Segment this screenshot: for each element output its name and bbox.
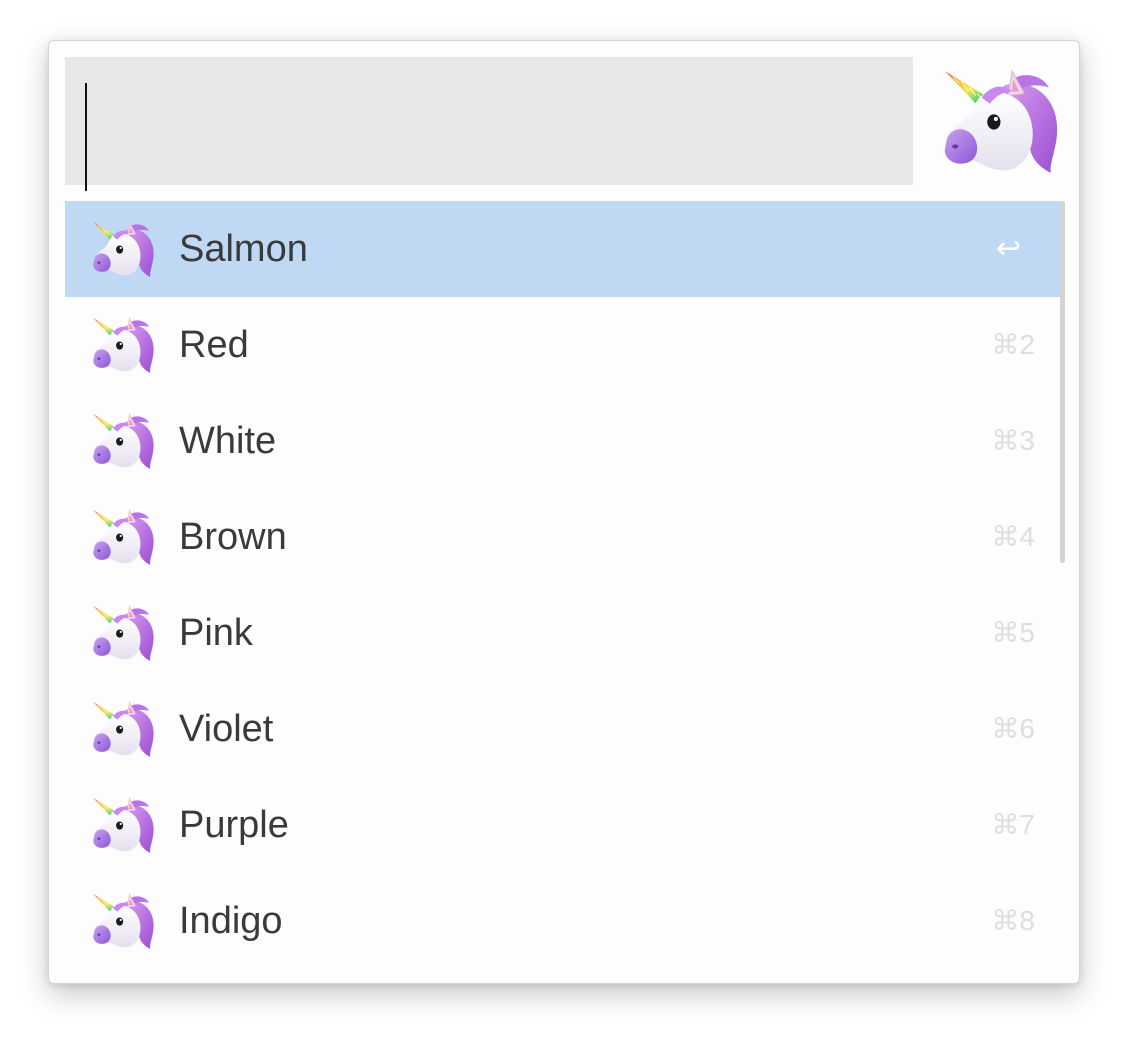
result-shortcut: ⌘2 bbox=[991, 329, 1035, 360]
scrollbar[interactable] bbox=[1060, 201, 1065, 563]
result-item-pink[interactable]: Pink ⌘5 bbox=[65, 585, 1061, 681]
unicorn-icon bbox=[91, 411, 157, 471]
search-box[interactable] bbox=[65, 57, 913, 191]
result-shortcut: ⌘8 bbox=[991, 905, 1035, 936]
unicorn-icon bbox=[91, 795, 157, 855]
return-key-icon: ↩ bbox=[995, 232, 1021, 265]
unicorn-icon bbox=[91, 699, 157, 759]
result-label: Purple bbox=[179, 804, 289, 846]
unicorn-icon bbox=[91, 507, 157, 567]
unicorn-icon bbox=[91, 219, 157, 279]
result-item-indigo[interactable]: Indigo ⌘8 bbox=[65, 873, 1061, 969]
result-shortcut: ⌘6 bbox=[991, 713, 1035, 744]
result-item-white[interactable]: White ⌘3 bbox=[65, 393, 1061, 489]
results-list: Salmon ↩ Red ⌘2 White ⌘3 Brown ⌘4 Pink ⌘… bbox=[65, 201, 1061, 969]
result-item-salmon[interactable]: Salmon ↩ bbox=[65, 201, 1061, 297]
result-item-purple[interactable]: Purple ⌘7 bbox=[65, 777, 1061, 873]
search-input[interactable] bbox=[65, 57, 913, 185]
result-item-violet[interactable]: Violet ⌘6 bbox=[65, 681, 1061, 777]
text-caret bbox=[85, 83, 87, 191]
unicorn-icon bbox=[91, 603, 157, 663]
result-label: Pink bbox=[179, 612, 253, 654]
result-item-brown[interactable]: Brown ⌘4 bbox=[65, 489, 1061, 585]
result-shortcut: ⌘7 bbox=[991, 809, 1035, 840]
result-shortcut: ⌘5 bbox=[991, 617, 1035, 648]
unicorn-icon bbox=[91, 315, 157, 375]
result-label: Red bbox=[179, 324, 249, 366]
unicorn-icon bbox=[941, 63, 1063, 179]
result-label: Violet bbox=[179, 708, 274, 750]
result-shortcut: ⌘3 bbox=[991, 425, 1035, 456]
launcher-window: Salmon ↩ Red ⌘2 White ⌘3 Brown ⌘4 Pink ⌘… bbox=[48, 40, 1080, 984]
result-label: Salmon bbox=[179, 228, 308, 270]
result-label: White bbox=[179, 420, 277, 462]
result-label: Brown bbox=[179, 516, 287, 558]
unicorn-icon bbox=[91, 891, 157, 951]
result-shortcut: ⌘4 bbox=[991, 521, 1035, 552]
result-item-red[interactable]: Red ⌘2 bbox=[65, 297, 1061, 393]
result-label: Indigo bbox=[179, 900, 283, 942]
